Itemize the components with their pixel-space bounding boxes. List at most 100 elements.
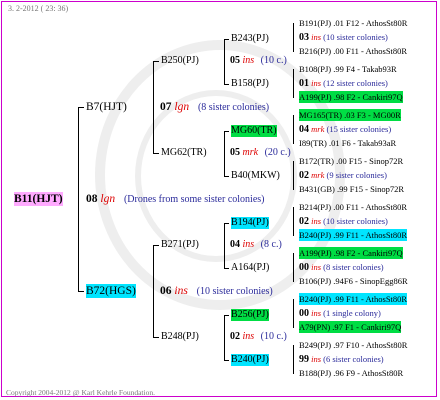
connector [293, 69, 294, 98]
gen4-ins: ins [311, 354, 322, 364]
connector [293, 161, 294, 190]
gen4-ins: mrk [311, 124, 325, 134]
gen4-row[interactable]: B240(PJ) .99 F11 - AthosSt80R [299, 229, 408, 241]
gen4-mid: 02 ins (10 sister colonies) [299, 215, 388, 228]
root-queen[interactable]: B11(HJT) [14, 192, 63, 206]
gen4-queen-text: A199(PJ) .98 F2 - Cankiri97Q [299, 248, 403, 258]
gen4-queen-text: A199(PJ) .98 F2 - Cankiri97Q [299, 92, 403, 102]
root-note: (Drones from some sister colonies) [123, 194, 265, 205]
gen1-note-1: (8 sister colonies) [197, 102, 270, 113]
gen4-row[interactable]: A79(PN) .97 F1 - Cankiri97Q [299, 321, 402, 333]
gen4-row[interactable]: B188(PJ) .96 F9 - AthosSt80R [299, 367, 403, 379]
gen4-mid: 01 ins (12 sister colonies) [299, 77, 388, 90]
gen2-note: (20 c.) [264, 147, 291, 158]
gen4-year: 04 [299, 124, 309, 135]
gen4-row[interactable]: I89(TR) .01 F6 - Takab93aR [299, 137, 396, 149]
gen2-queen-3[interactable]: B271(PJ) [161, 239, 199, 251]
connector [153, 153, 159, 154]
gen2-ins: mrk [242, 147, 259, 158]
gen2-queen-1[interactable]: B250(PJ) [161, 55, 199, 67]
gen4-note: (8 sister colonies) [323, 262, 384, 272]
gen4-mid: 00 ins (8 sister colonies) [299, 261, 384, 274]
gen4-ins: ins [311, 308, 322, 318]
gen1-note-2: (10 sister colonies) [196, 286, 273, 297]
gen4-note: (10 sister colonies) [323, 32, 388, 42]
gen2-ins: ins [242, 239, 255, 250]
gen3-queen-5[interactable]: B194(PJ) [231, 217, 269, 229]
gen4-row[interactable]: B214(PJ) .00 F11 - AthosSt80R [299, 201, 407, 213]
gen4-row[interactable]: B249(PJ) .97 F10 - AthosSt80R [299, 339, 407, 351]
gen4-row[interactable]: A199(PJ) .98 F2 - Cankiri97Q [299, 91, 403, 103]
gen3-queen-3[interactable]: MG60(TR) [231, 125, 277, 137]
gen3-queen-6[interactable]: A164(PJ) [231, 262, 269, 274]
root-year: 08 [86, 193, 98, 205]
gen4-note: (12 sister colonies) [323, 78, 388, 88]
header-timestamp: 3. 2-2012 ( 23: 36) [8, 4, 69, 13]
gen4-mid: 02 mrk (9 sister colonies) [299, 169, 387, 182]
gen3-queen-1[interactable]: B243(PJ) [231, 33, 269, 45]
gen4-row[interactable]: MG165(TR) .03 F3 - MG00R [299, 109, 401, 121]
gen2-year: 04 [230, 239, 240, 250]
gen2-queen-4[interactable]: B248(PJ) [161, 331, 199, 343]
gen4-ins: ins [311, 32, 322, 42]
gen2-year: 05 [230, 147, 240, 158]
gen2-info-2: 05 mrk (20 c.) [230, 147, 291, 159]
gen4-year: 02 [299, 170, 309, 181]
gen4-row[interactable]: A199(PJ) .98 F2 - Cankiri97Q [299, 247, 403, 259]
gen4-row[interactable]: B172(TR) .00 F15 - Sinop72R [299, 155, 403, 167]
gen2-year: 02 [230, 331, 240, 342]
connector [293, 253, 294, 282]
gen4-note: (1 single colony) [323, 308, 381, 318]
gen4-note: (10 sister colonies) [323, 216, 388, 226]
gen4-row[interactable]: B108(PJ) .99 F4 - Takab93R [299, 63, 397, 75]
gen4-queen-text: B249(PJ) .97 F10 - AthosSt80R [299, 340, 408, 350]
gen3-queen-8[interactable]: B240(PJ) [231, 354, 269, 366]
gen2-year: 05 [230, 55, 240, 66]
gen4-row[interactable]: B191(PJ) .01 F12 - AthosSt80R [299, 17, 407, 29]
connector [224, 315, 225, 361]
connector [224, 223, 229, 224]
gen4-ins: ins [311, 216, 322, 226]
gen4-note: (15 sister colonies) [326, 124, 392, 134]
connector [224, 360, 229, 361]
gen1-info-1: 07 lgn (8 sister colonies) [160, 100, 269, 115]
gen4-row[interactable]: B240(PJ) .99 F11 - AthosSt80R [299, 293, 408, 305]
gen2-ins: ins [242, 55, 255, 66]
gen2-info-1: 05 ins (10 c.) [230, 55, 287, 67]
gen4-year: 02 [299, 216, 309, 227]
gen2-note: (8 c.) [260, 239, 282, 250]
gen4-row[interactable]: B216(PJ) .00 F11 - AthosSt80R [299, 45, 407, 57]
gen4-year: 01 [299, 78, 309, 89]
gen4-row[interactable]: B106(PJ) .94F6 - SinopEgg86R [299, 275, 408, 287]
gen4-queen-text: B188(PJ) .96 F9 - AthosSt80R [299, 368, 404, 378]
footer-copyright: Copyright 2004-2012 @ Karl Kehrle Founda… [6, 388, 155, 397]
gen4-queen-text: B108(PJ) .99 F4 - Takab93R [299, 64, 397, 74]
gen3-queen-4[interactable]: B40(MKW) [231, 170, 280, 182]
gen2-info-4: 02 ins (10 c.) [230, 331, 287, 343]
gen4-mid: 99 ins (6 sister colonies) [299, 353, 384, 366]
gen4-queen-text: I89(TR) .01 F6 - Takab93aR [299, 138, 397, 148]
connector [153, 61, 154, 154]
connector [153, 245, 159, 246]
connector [224, 84, 229, 85]
connector [224, 315, 229, 316]
gen1-queen-2[interactable]: B72(HGS) [86, 284, 136, 298]
connector [293, 299, 294, 328]
gen3-queen-2[interactable]: B158(PJ) [231, 78, 269, 90]
gen2-note: (10 c.) [260, 331, 287, 342]
connector [293, 207, 294, 236]
gen1-queen-1[interactable]: B7(HJT) [86, 100, 127, 114]
gen4-queen-text: B214(PJ) .00 F11 - AthosSt80R [299, 202, 408, 212]
gen4-row[interactable]: B431(GB) .99 F15 - Sinop72R [299, 183, 404, 195]
gen3-queen-7[interactable]: B256(PJ) [231, 309, 269, 321]
connector [224, 223, 225, 269]
gen4-ins: mrk [311, 170, 325, 180]
connector [224, 131, 229, 132]
gen2-info-3: 04 ins (8 c.) [230, 239, 282, 251]
gen4-note: (9 sister colonies) [326, 170, 387, 180]
connector [78, 107, 84, 108]
connector [153, 245, 154, 338]
gen2-queen-2[interactable]: MG62(TR) [161, 147, 207, 159]
gen1-info-2: 06 ins (10 sister colonies) [160, 284, 273, 299]
connector [224, 39, 229, 40]
